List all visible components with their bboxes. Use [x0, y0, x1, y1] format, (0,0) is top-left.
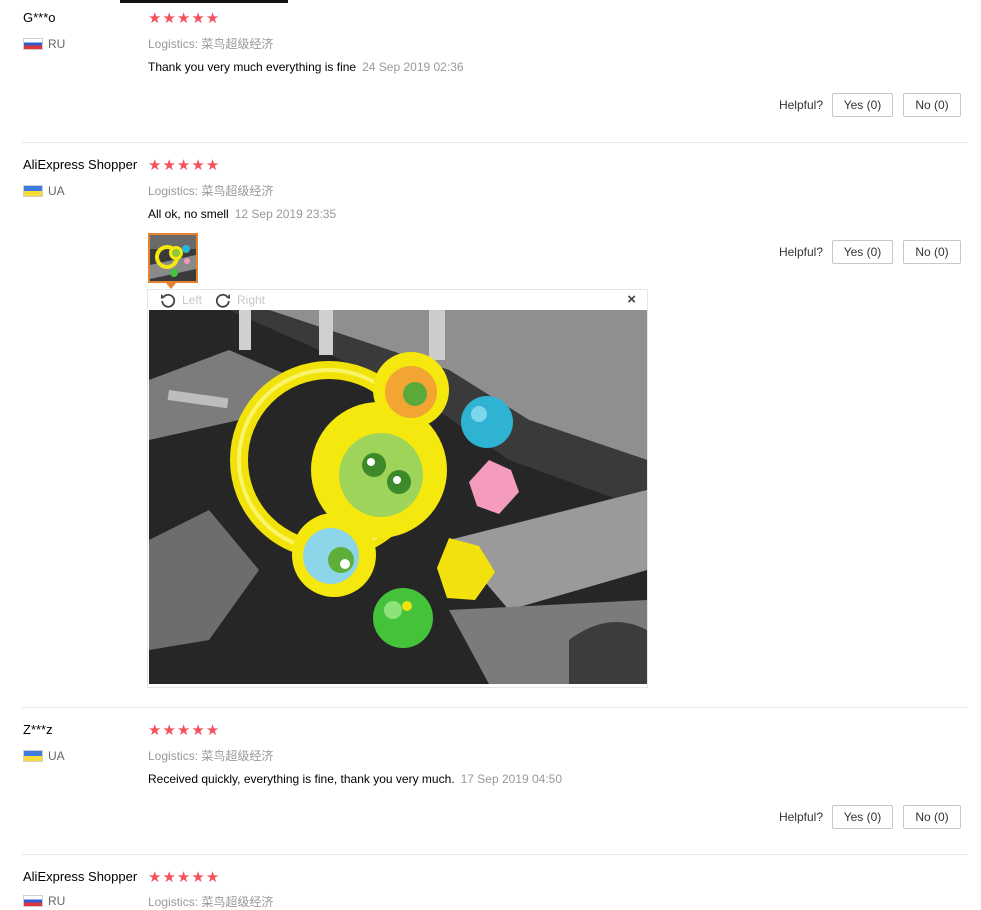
- logistics-value: 菜鸟超级经济: [201, 749, 274, 763]
- star-icon: ★: [148, 721, 162, 739]
- rotate-right-icon: [215, 293, 230, 308]
- star-icon: ★: [176, 868, 191, 886]
- reviewer-country: UA: [23, 184, 65, 198]
- star-icon: ★: [162, 9, 176, 27]
- logistics-label: Logistics:: [148, 749, 199, 763]
- review-date: 12 Sep 2019 23:35: [234, 207, 337, 221]
- logistics-label: Logistics:: [148, 895, 199, 909]
- star-rating: ★ ★ ★ ★ ★: [148, 870, 219, 885]
- review-text-line: Received quickly, everything is fine, th…: [148, 772, 562, 786]
- rotate-right-label: Right: [237, 293, 266, 307]
- helpful-label: Helpful?: [778, 245, 823, 259]
- star-rating: ★ ★ ★ ★ ★: [148, 11, 219, 26]
- helpful-vote: Helpful? Yes (0) No (0): [779, 93, 961, 117]
- rotate-right-button[interactable]: Right: [215, 292, 265, 308]
- star-icon: ★: [162, 721, 176, 739]
- review-text: Received quickly, everything is fine, th…: [148, 772, 455, 786]
- rotate-left-button[interactable]: Left: [160, 292, 202, 308]
- star-icon: ★: [205, 9, 220, 27]
- logistics-value: 菜鸟超级经济: [201, 895, 274, 909]
- reviewer-name: G***o: [23, 10, 56, 25]
- reviewer-country: RU: [23, 894, 65, 908]
- helpful-no-button[interactable]: No (0): [903, 93, 961, 117]
- flag-ru-icon: [23, 38, 43, 50]
- star-icon: ★: [162, 868, 176, 886]
- review-date: 17 Sep 2019 04:50: [460, 772, 563, 786]
- logistics-info: Logistics: 菜鸟超级经济: [148, 35, 273, 52]
- rotate-left-icon: [161, 293, 176, 308]
- helpful-yes-button[interactable]: Yes (0): [832, 805, 893, 829]
- reviewer-name: Z***z: [23, 722, 53, 737]
- reviewer-name: AliExpress Shopper: [23, 157, 138, 172]
- star-icon: ★: [205, 156, 220, 174]
- country-code: UA: [48, 749, 65, 763]
- reviewer-name: AliExpress Shopper: [23, 869, 138, 884]
- flag-ua-icon: [23, 185, 43, 197]
- star-icon: ★: [191, 156, 205, 174]
- star-icon: ★: [176, 721, 191, 739]
- reviewer-country: RU: [23, 37, 65, 51]
- helpful-yes-button[interactable]: Yes (0): [832, 240, 893, 264]
- country-code: RU: [48, 894, 66, 908]
- star-icon: ★: [191, 721, 205, 739]
- star-rating: ★ ★ ★ ★ ★: [148, 723, 219, 738]
- star-icon: ★: [205, 721, 220, 739]
- rotate-left-label: Left: [182, 293, 203, 307]
- helpful-vote: Helpful? Yes (0) No (0): [779, 805, 961, 829]
- toy-rattle-photo: [149, 310, 647, 684]
- toy-thumbnail-image: [150, 235, 196, 281]
- flag-ru-icon: [23, 895, 43, 907]
- logistics-info: Logistics: 菜鸟超级经济: [148, 182, 273, 199]
- helpful-no-button[interactable]: No (0): [903, 805, 961, 829]
- active-tab-indicator: [120, 0, 288, 3]
- helpful-label: Helpful?: [778, 810, 823, 824]
- logistics-label: Logistics:: [148, 184, 199, 198]
- review-text-line: Thank you very much everything is fine 24…: [148, 60, 464, 74]
- star-rating: ★ ★ ★ ★ ★: [148, 158, 219, 173]
- star-icon: ★: [176, 156, 191, 174]
- reviewer-country: UA: [23, 749, 65, 763]
- logistics-info: Logistics: 菜鸟超级经济: [148, 893, 273, 910]
- star-icon: ★: [191, 868, 205, 886]
- star-icon: ★: [191, 9, 205, 27]
- close-viewer-button[interactable]: ×: [627, 291, 636, 309]
- flag-ua-icon: [23, 750, 43, 762]
- review-divider: [22, 142, 968, 143]
- country-code: UA: [48, 184, 65, 198]
- star-icon: ★: [205, 868, 220, 886]
- star-icon: ★: [162, 156, 176, 174]
- logistics-value: 菜鸟超级经济: [201, 184, 274, 198]
- review-photo-large: [149, 310, 647, 684]
- star-icon: ★: [148, 156, 162, 174]
- logistics-value: 菜鸟超级经济: [201, 37, 274, 51]
- review-divider: [22, 854, 968, 855]
- helpful-vote: Helpful? Yes (0) No (0): [779, 240, 961, 264]
- photo-viewer: Left Right ×: [147, 289, 648, 688]
- helpful-label: Helpful?: [778, 98, 823, 112]
- helpful-yes-button[interactable]: Yes (0): [832, 93, 893, 117]
- logistics-label: Logistics:: [148, 37, 199, 51]
- review-text-line: All ok, no smell 12 Sep 2019 23:35: [148, 207, 336, 221]
- review-divider: [22, 707, 968, 708]
- review-text: Thank you very much everything is fine: [148, 60, 357, 74]
- country-code: RU: [48, 37, 66, 51]
- photo-viewer-toolbar: Left Right ×: [148, 290, 647, 310]
- review-date: 24 Sep 2019 02:36: [362, 60, 464, 74]
- star-icon: ★: [148, 868, 162, 886]
- logistics-info: Logistics: 菜鸟超级经济: [148, 747, 273, 764]
- star-icon: ★: [176, 9, 191, 27]
- star-icon: ★: [148, 9, 162, 27]
- review-text: All ok, no smell: [148, 207, 229, 221]
- review-photo-thumbnail[interactable]: [148, 233, 198, 283]
- helpful-no-button[interactable]: No (0): [903, 240, 961, 264]
